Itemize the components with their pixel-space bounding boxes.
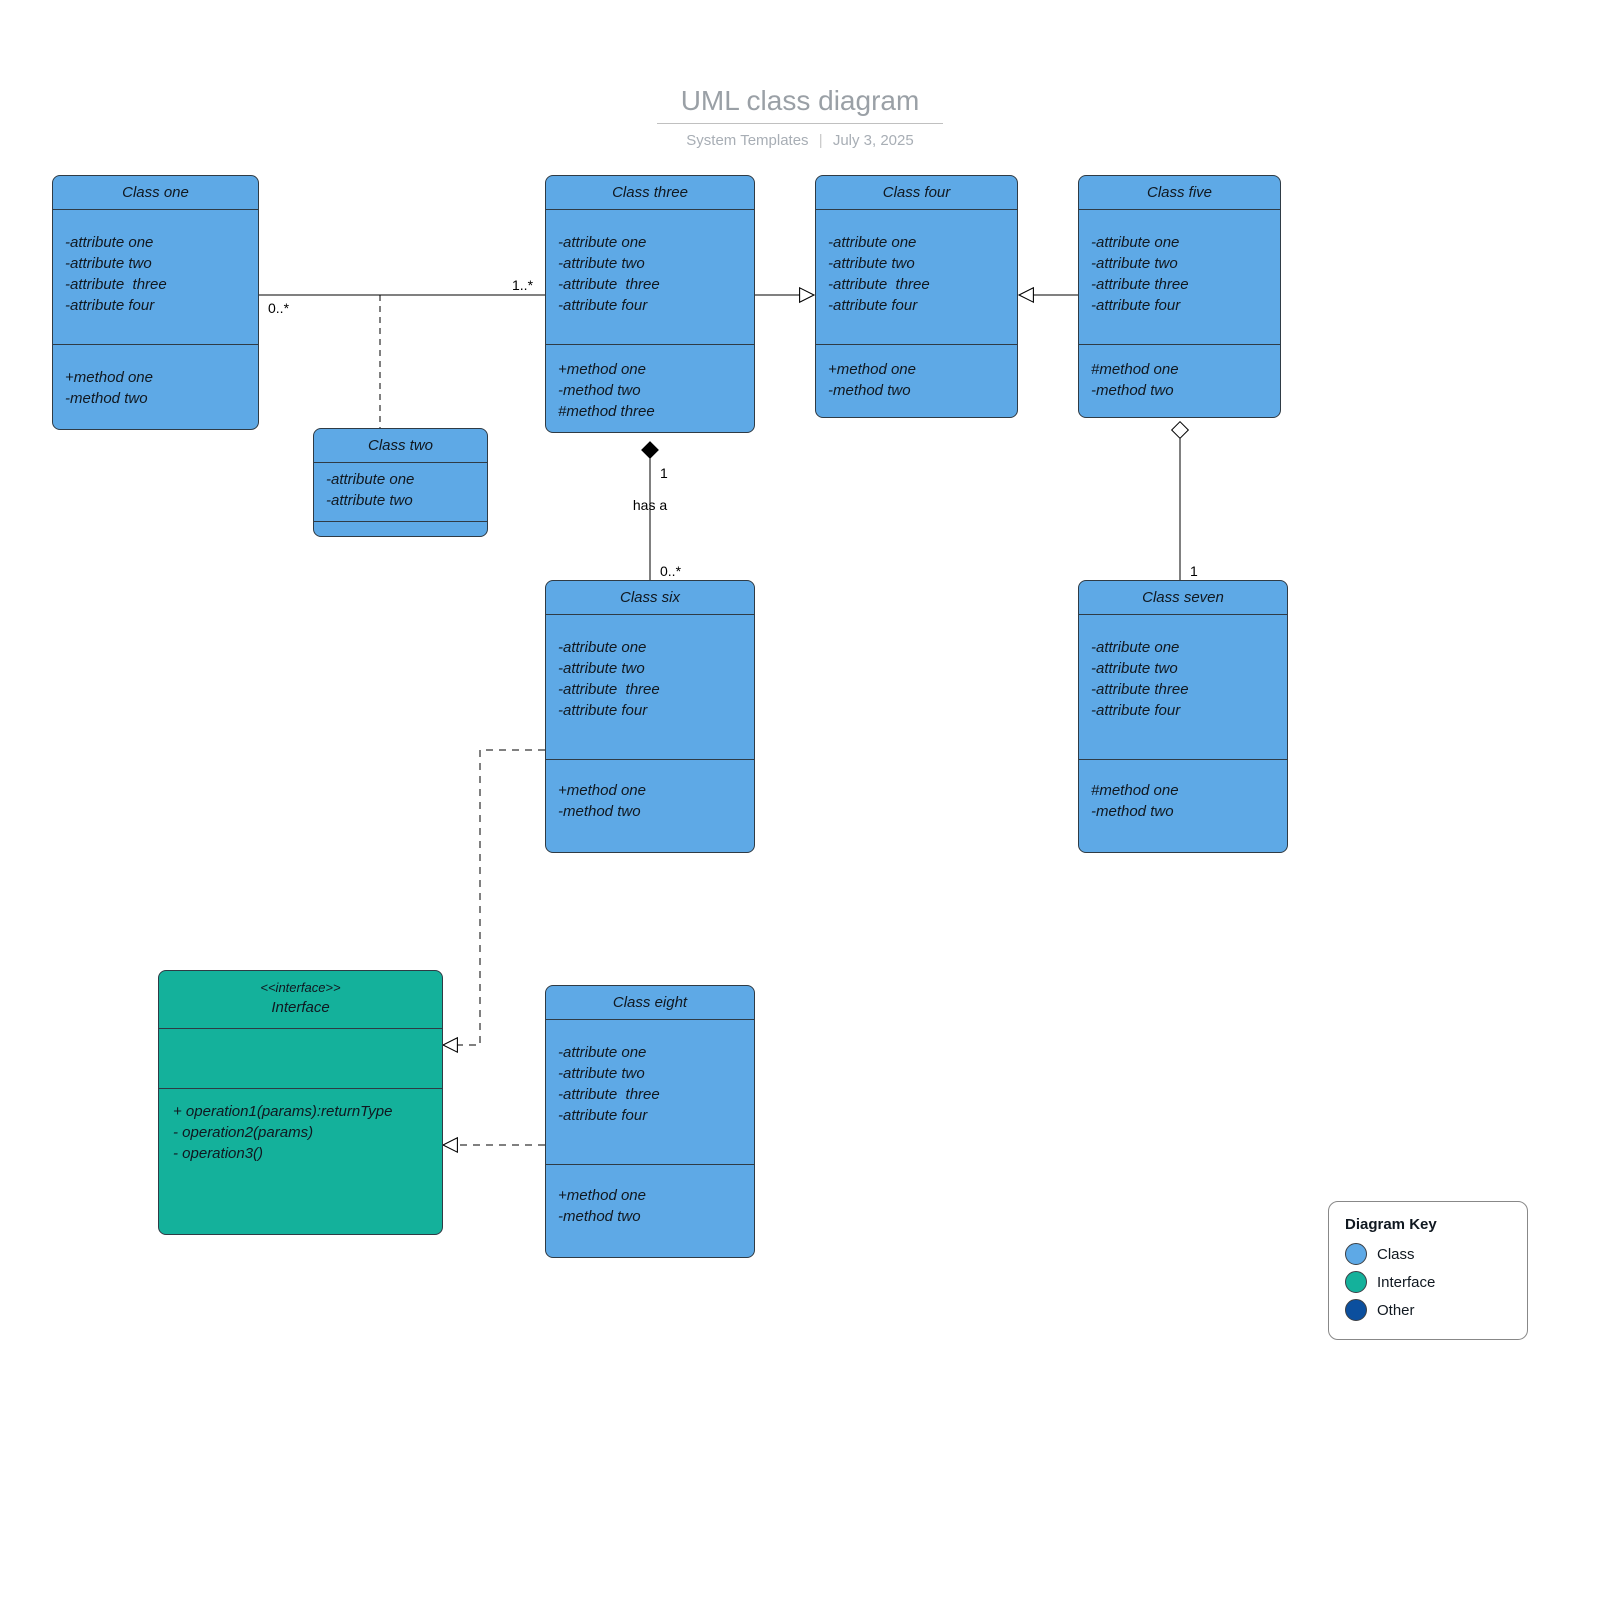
- multiplicity-comp-bottom: 0..*: [660, 563, 682, 579]
- operations-section: + operation1(params):returnType - operat…: [159, 1089, 442, 1234]
- attributes-section: -attribute one -attribute two -attribute…: [53, 210, 258, 345]
- class-name: Class two: [314, 429, 487, 463]
- attributes-section: -attribute one -attribute two -attribute…: [1079, 615, 1287, 760]
- swatch-other-icon: [1345, 1299, 1367, 1321]
- legend-row-other: Other: [1345, 1299, 1511, 1321]
- methods-section: #method one -method two: [1079, 345, 1280, 417]
- class-name: Class three: [546, 176, 754, 210]
- class-four[interactable]: Class four -attribute one -attribute two…: [815, 175, 1018, 418]
- methods-section: #method one -method two: [1079, 760, 1287, 852]
- class-six[interactable]: Class six -attribute one -attribute two …: [545, 580, 755, 853]
- methods-section: [314, 522, 487, 536]
- class-name: Class eight: [546, 986, 754, 1020]
- class-name: Class one: [53, 176, 258, 210]
- methods-section: +method one -method two: [546, 1165, 754, 1257]
- class-five[interactable]: Class five -attribute one -attribute two…: [1078, 175, 1281, 418]
- swatch-class-icon: [1345, 1243, 1367, 1265]
- methods-section: +method one -method two: [546, 760, 754, 852]
- legend-title: Diagram Key: [1345, 1216, 1511, 1233]
- multiplicity-comp-top: 1: [660, 465, 668, 481]
- interface-box[interactable]: <<interface>> Interface + operation1(par…: [158, 970, 443, 1235]
- attributes-section: -attribute one -attribute two -attribute…: [816, 210, 1017, 345]
- multiplicity-three-side: 1..*: [512, 277, 534, 293]
- edge-six-interface: [443, 750, 545, 1045]
- comp-label-has: has a: [633, 497, 667, 513]
- class-seven[interactable]: Class seven -attribute one -attribute tw…: [1078, 580, 1288, 853]
- multiplicity-agg: 1: [1190, 563, 1198, 579]
- methods-section: +method one -method two: [816, 345, 1017, 417]
- attributes-section: -attribute one -attribute two -attribute…: [546, 210, 754, 345]
- class-eight[interactable]: Class eight -attribute one -attribute tw…: [545, 985, 755, 1258]
- swatch-interface-icon: [1345, 1271, 1367, 1293]
- legend-row-class: Class: [1345, 1243, 1511, 1265]
- class-name: Class five: [1079, 176, 1280, 210]
- class-name: Class six: [546, 581, 754, 615]
- class-three[interactable]: Class three -attribute one -attribute tw…: [545, 175, 755, 433]
- attributes-section: [159, 1029, 442, 1089]
- attributes-section: -attribute one -attribute two -attribute…: [546, 615, 754, 760]
- diagram-legend: Diagram Key Class Interface Other: [1328, 1201, 1528, 1340]
- attributes-section: -attribute one -attribute two -attribute…: [1079, 210, 1280, 345]
- class-name: Class four: [816, 176, 1017, 210]
- multiplicity-one-side: 0..*: [268, 300, 290, 316]
- attributes-section: -attribute one -attribute two: [314, 463, 487, 522]
- methods-section: +method one -method two #method three: [546, 345, 754, 432]
- interface-name: <<interface>> Interface: [159, 971, 442, 1029]
- methods-section: +method one -method two: [53, 345, 258, 429]
- class-name: Class seven: [1079, 581, 1287, 615]
- attributes-section: -attribute one -attribute two -attribute…: [546, 1020, 754, 1165]
- legend-row-interface: Interface: [1345, 1271, 1511, 1293]
- class-one[interactable]: Class one -attribute one -attribute two …: [52, 175, 259, 430]
- class-two[interactable]: Class two -attribute one -attribute two: [313, 428, 488, 537]
